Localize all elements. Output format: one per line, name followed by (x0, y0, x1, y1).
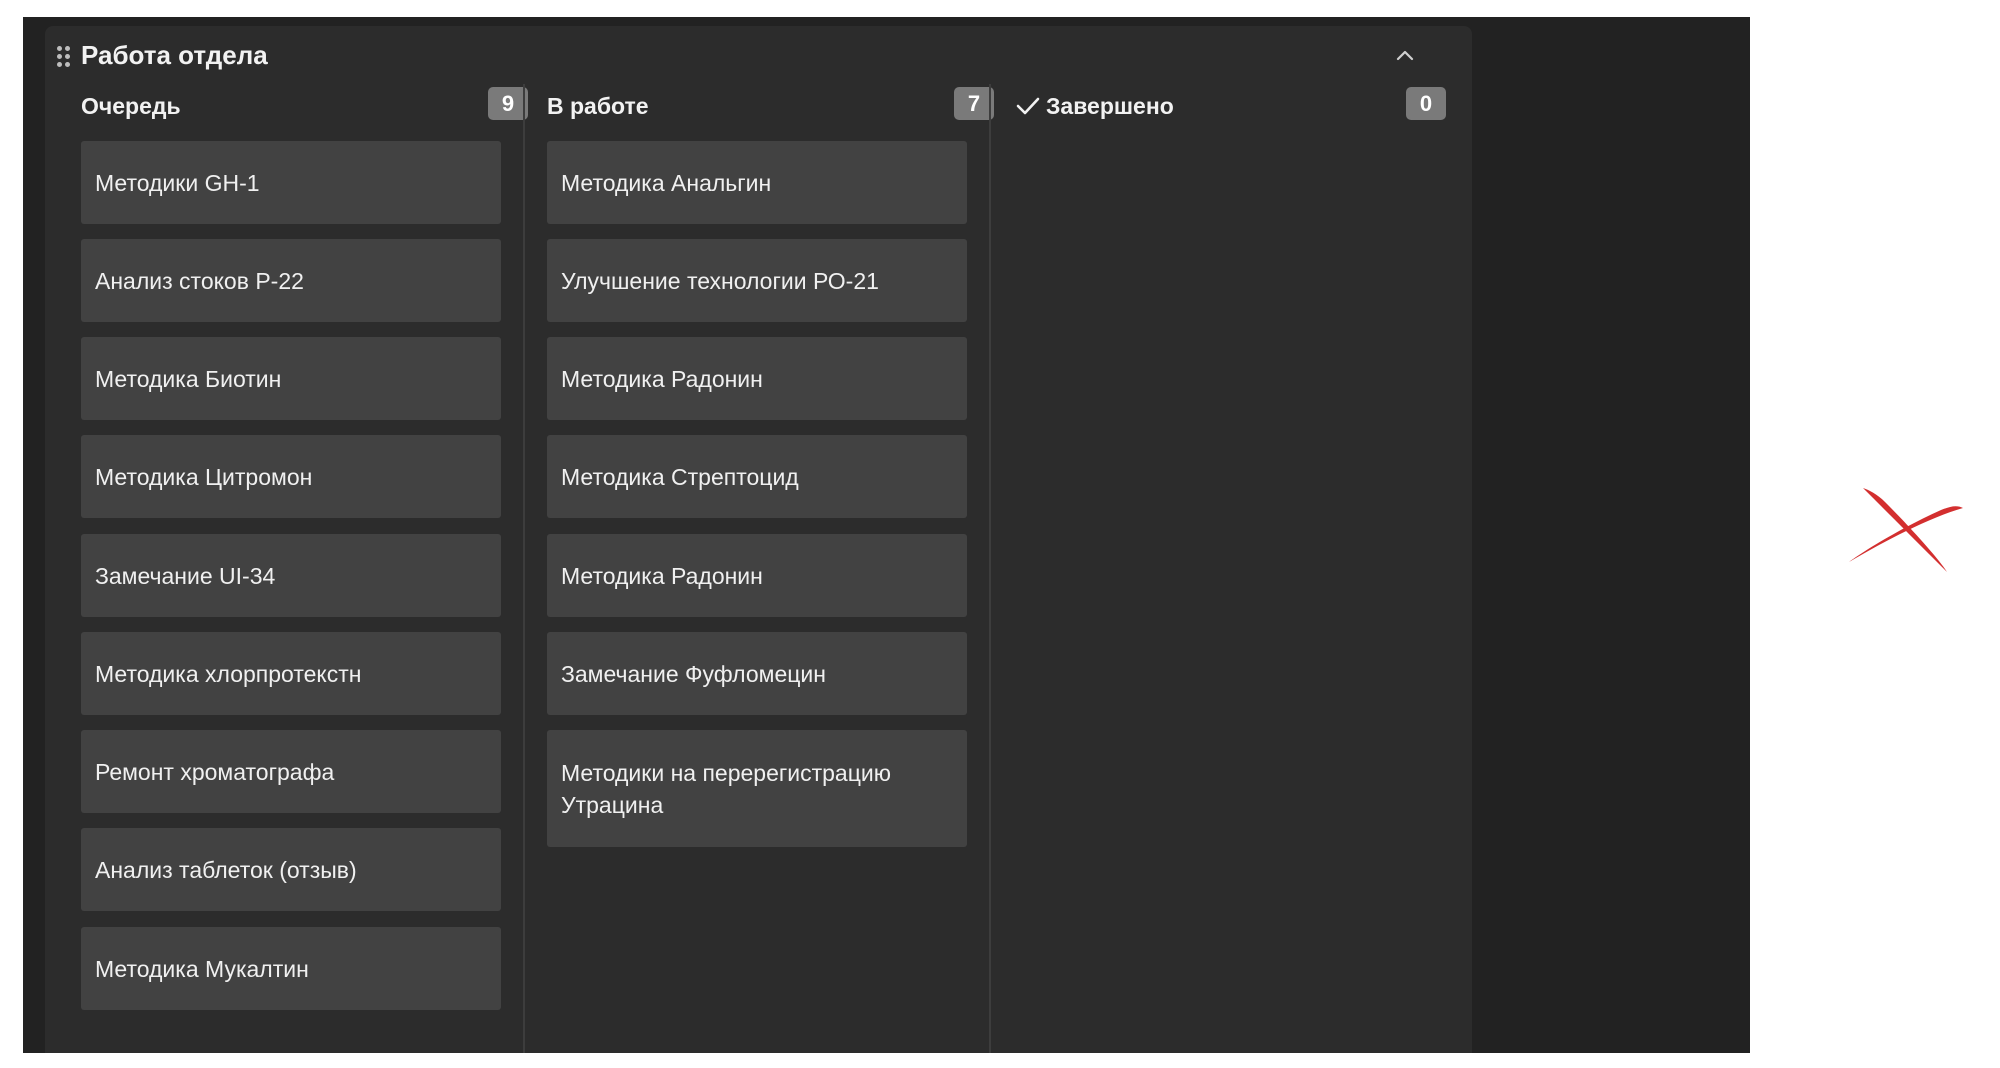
card-title: Методики на перерегистрацию Утрацина (561, 759, 891, 818)
board-header: Работа отдела (45, 26, 1472, 84)
page: Работа отдела Очередь 9 Методики GH-1 Ан… (0, 0, 2000, 1068)
column-count-badge: 0 (1406, 87, 1446, 120)
task-card[interactable]: Методика хлорпротекстн (81, 632, 501, 715)
task-card[interactable]: Замечание UI-34 (81, 534, 501, 617)
column-title: Очередь (81, 93, 181, 119)
task-card[interactable]: Ремонт хроматографа (81, 730, 501, 813)
check-icon (1016, 97, 1040, 115)
card-title: Методика Радонин (561, 562, 763, 589)
column-queue: Очередь 9 Методики GH-1 Анализ стоков Р-… (79, 84, 528, 1053)
task-card[interactable]: Методика Биотин (81, 337, 501, 420)
task-card[interactable]: Улучшение технологии РО-21 (547, 239, 967, 322)
card-title: Ремонт хроматографа (95, 758, 335, 785)
red-cross-mark-icon (1849, 488, 1963, 572)
column-in-progress: В работе 7 Методика Анальгин Улучшение т… (545, 84, 994, 1053)
column-count-badge: 9 (488, 87, 528, 120)
card-title: Методика хлорпротекстн (95, 660, 362, 687)
collapse-button[interactable] (1387, 40, 1423, 70)
card-title: Методика Биотин (95, 365, 282, 392)
card-title: Анализ стоков Р-22 (95, 267, 304, 294)
column-header: Очередь 9 (79, 84, 528, 126)
card-title: Методика Анальгин (561, 169, 772, 196)
column-divider (523, 84, 525, 1053)
board-title: Работа отдела (81, 40, 268, 70)
task-card[interactable]: Замечание Фуфломецин (547, 632, 967, 715)
column-header: Завершено 0 (991, 84, 1461, 126)
task-card[interactable]: Методика Радонин (547, 337, 967, 420)
card-title: Замечание Фуфломецин (561, 660, 826, 687)
column-count-badge: 7 (954, 87, 994, 120)
card-title: Методика Цитромон (95, 463, 313, 490)
task-card[interactable]: Методика Радонин (547, 534, 967, 617)
chevron-up-icon (1396, 50, 1414, 61)
task-card[interactable]: Анализ таблеток (отзыв) (81, 828, 501, 911)
card-title: Улучшение технологии РО-21 (561, 267, 879, 294)
task-card[interactable]: Методика Анальгин (547, 141, 967, 224)
card-title: Методики GH-1 (95, 169, 260, 196)
card-title: Анализ таблеток (отзыв) (95, 856, 357, 883)
task-card[interactable]: Методики GH-1 (81, 141, 501, 224)
task-card[interactable]: Методики на перерегистрацию Утрацина (547, 730, 967, 847)
task-card[interactable]: Методика Мукалтин (81, 927, 501, 1010)
card-title: Методика Стрептоцид (561, 463, 799, 490)
card-title: Замечание UI-34 (95, 562, 276, 589)
kanban-board: Работа отдела Очередь 9 Методики GH-1 Ан… (45, 26, 1472, 1053)
drag-handle-icon[interactable] (55, 46, 73, 68)
app-frame: Работа отдела Очередь 9 Методики GH-1 Ан… (23, 17, 1750, 1053)
card-title: Методика Мукалтин (95, 955, 309, 982)
card-title: Методика Радонин (561, 365, 763, 392)
column-title: Завершено (1046, 93, 1174, 119)
column-header: В работе 7 (545, 84, 994, 126)
column-done: Завершено 0 (991, 84, 1461, 1053)
task-card[interactable]: Анализ стоков Р-22 (81, 239, 501, 322)
column-title: В работе (547, 93, 649, 119)
task-card[interactable]: Методика Цитромон (81, 435, 501, 518)
task-card[interactable]: Методика Стрептоцид (547, 435, 967, 518)
